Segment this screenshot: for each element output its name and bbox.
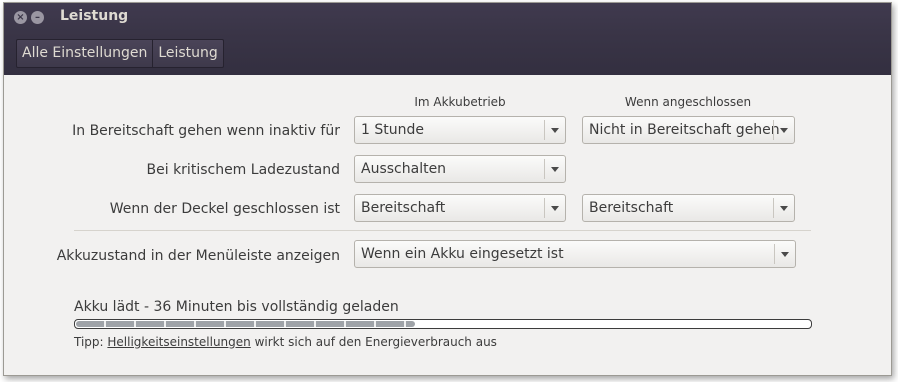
close-button[interactable]: × xyxy=(14,11,27,24)
tip-prefix: Tipp: xyxy=(74,335,108,349)
suspend-inactive-battery-select[interactable]: 1 Stunde xyxy=(354,116,566,144)
column-header-battery: Im Akkubetrieb xyxy=(414,95,506,109)
battery-status-text: Akku lädt - 36 Minuten bis vollständig g… xyxy=(74,299,399,315)
lid-closed-plugged-value: Bereitschaft xyxy=(589,200,674,216)
suspend-inactive-battery-value: 1 Stunde xyxy=(361,122,424,138)
lid-closed-label: Wenn der Deckel geschlossen ist xyxy=(109,201,340,217)
critical-battery-label: Bei kritischem Ladezustand xyxy=(146,162,340,178)
power-settings-panel: Im Akkubetrieb Wenn angeschlossen In Ber… xyxy=(4,75,891,375)
battery-progress-fill xyxy=(76,321,415,327)
chevron-down-icon xyxy=(774,244,795,264)
chevron-down-icon xyxy=(544,159,565,179)
suspend-inactive-plugged-value: Nicht in Bereitschaft gehen xyxy=(589,122,780,138)
menubar-battery-value: Wenn ein Akku eingesetzt ist xyxy=(361,246,564,262)
minimize-button[interactable]: – xyxy=(31,11,44,24)
critical-battery-value: Ausschalten xyxy=(361,161,447,177)
suspend-inactive-plugged-select[interactable]: Nicht in Bereitschaft gehen xyxy=(582,116,795,144)
settings-window: × – Leistung Alle Einstellungen Leistung… xyxy=(3,2,892,376)
breadcrumb-all-settings[interactable]: Alle Einstellungen xyxy=(17,40,152,67)
chevron-down-icon xyxy=(773,198,794,218)
suspend-inactive-label: In Bereitschaft gehen wenn inaktiv für xyxy=(72,123,340,139)
battery-progress-bar xyxy=(74,319,812,329)
chevron-down-icon xyxy=(773,120,794,140)
titlebar: × – Leistung Alle Einstellungen Leistung xyxy=(4,3,891,75)
column-header-plugged: Wenn angeschlossen xyxy=(624,95,752,109)
window-title: Leistung xyxy=(60,8,129,24)
menubar-battery-select[interactable]: Wenn ein Akku eingesetzt ist xyxy=(354,240,796,268)
menubar-battery-label: Akkuzustand in der Menüleiste anzeigen xyxy=(56,248,340,264)
breadcrumb: Alle Einstellungen Leistung xyxy=(16,39,224,68)
divider xyxy=(74,230,811,231)
chevron-down-icon xyxy=(544,120,565,140)
lid-closed-plugged-select[interactable]: Bereitschaft xyxy=(582,194,795,222)
chevron-down-icon xyxy=(544,198,565,218)
lid-closed-battery-value: Bereitschaft xyxy=(361,200,446,216)
tip-text: Tipp: Helligkeitseinstellungen wirkt sic… xyxy=(74,335,497,349)
critical-battery-select[interactable]: Ausschalten xyxy=(354,155,566,183)
tip-suffix: wirkt sich auf den Energieverbrauch aus xyxy=(250,335,497,349)
lid-closed-battery-select[interactable]: Bereitschaft xyxy=(354,194,566,222)
breadcrumb-power[interactable]: Leistung xyxy=(152,40,222,67)
brightness-settings-link[interactable]: Helligkeitseinstellungen xyxy=(107,335,250,349)
